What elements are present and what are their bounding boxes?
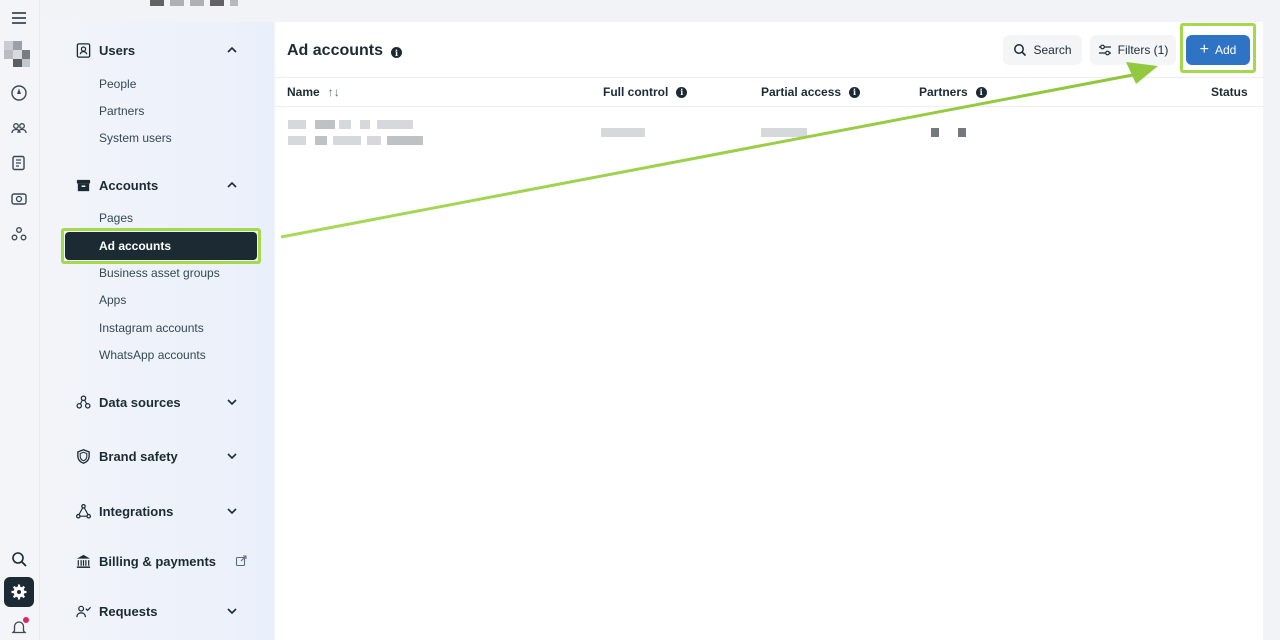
column-header-full-control: Full control i: [603, 85, 688, 99]
redacted-text: [339, 120, 351, 129]
nav-group-label: Brand safety: [99, 448, 178, 464]
gear-icon[interactable]: [4, 577, 34, 607]
network-icon[interactable]: [8, 223, 30, 245]
plus-icon: +: [1199, 41, 1209, 58]
redacted-text: [360, 120, 370, 129]
redacted-text: [288, 136, 306, 145]
column-header-status: Status: [1211, 85, 1248, 99]
column-label: Name: [287, 85, 320, 99]
redacted-text: [387, 136, 423, 145]
column-header-name[interactable]: Name ↑↓: [287, 85, 340, 99]
nav-item-whatsapp-accounts[interactable]: WhatsApp accounts: [99, 346, 206, 364]
chevron-down-icon: [225, 449, 239, 463]
redacted-text: [367, 136, 381, 145]
column-header-partners: Partners i: [919, 85, 987, 99]
nav-item-people[interactable]: People: [99, 75, 136, 93]
account-avatar[interactable]: [4, 41, 30, 67]
nav-item-partners[interactable]: Partners: [99, 102, 144, 120]
nav-group-label: Requests: [99, 603, 158, 619]
accounts-icon: [74, 176, 92, 194]
compass-icon[interactable]: [8, 82, 30, 104]
add-button-label: Add: [1214, 43, 1237, 57]
redacted-text: [761, 128, 807, 137]
redacted-text: [601, 128, 645, 137]
nav-group-data-sources[interactable]: Data sources: [41, 387, 274, 417]
info-icon[interactable]: i: [391, 47, 402, 58]
page-title: Ad accounts: [287, 42, 384, 59]
chevron-down-icon: [225, 604, 239, 618]
chevron-down-icon: [225, 395, 239, 409]
requests-icon: [74, 602, 92, 620]
filters-button[interactable]: Filters (1): [1090, 35, 1176, 65]
nav-item-system-users[interactable]: System users: [99, 129, 172, 147]
nav-item-instagram-accounts[interactable]: Instagram accounts: [99, 319, 204, 337]
search-icon: [1014, 44, 1027, 57]
nav-group-label: Data sources: [99, 394, 181, 410]
icon-rail: [0, 0, 40, 640]
bank-icon: [74, 552, 92, 570]
nav-group-users[interactable]: Users: [41, 35, 274, 65]
redacted-text: [333, 136, 361, 145]
column-label: Full control: [603, 85, 669, 99]
search-button[interactable]: Search: [1003, 35, 1082, 65]
nav-group-label: Users: [99, 42, 136, 58]
add-button[interactable]: + Add: [1186, 35, 1250, 65]
nav-item-pages[interactable]: Pages: [99, 209, 133, 227]
search-icon[interactable]: [8, 548, 30, 570]
nav-group-requests[interactable]: Requests: [41, 596, 274, 626]
redacted-text: [377, 120, 413, 129]
filters-button-label: Filters (1): [1117, 43, 1169, 57]
settings-nav: Users People Partners System users Accou…: [41, 22, 274, 640]
shield-icon: [74, 447, 92, 465]
pages-icon[interactable]: [8, 152, 30, 174]
info-icon[interactable]: i: [676, 86, 688, 98]
chevron-up-icon: [225, 178, 239, 192]
nav-group-billing-payments[interactable]: Billing & payments: [41, 546, 274, 576]
external-link-icon: [234, 554, 248, 568]
people-icon[interactable]: [8, 117, 30, 139]
column-label: Partial access: [761, 85, 842, 99]
table-header: Name ↑↓ Full control i Partial access i …: [275, 77, 1263, 107]
redacted-text: [288, 120, 306, 129]
users-icon: [74, 41, 92, 59]
main-content: Ad accounts i Search Filters (1) + Add N…: [275, 22, 1263, 640]
column-label: Partners: [919, 85, 968, 99]
chevron-down-icon: [225, 504, 239, 518]
business-name-redacted: [150, 0, 238, 6]
redacted-text: [931, 128, 939, 137]
redacted-text: [315, 136, 327, 145]
info-icon[interactable]: i: [975, 86, 987, 98]
redacted-text: [958, 128, 966, 137]
table-row[interactable]: [275, 112, 1263, 152]
nav-group-label: Billing & payments: [99, 553, 217, 569]
nav-group-label: Integrations: [99, 503, 174, 519]
notification-badge: [23, 617, 29, 623]
nav-group-brand-safety[interactable]: Brand safety: [41, 441, 274, 471]
sort-icon[interactable]: ↑↓: [328, 85, 340, 99]
nav-item-apps[interactable]: Apps: [99, 291, 126, 309]
redacted-text: [315, 120, 335, 129]
nav-item-ad-accounts[interactable]: Ad accounts: [65, 232, 257, 260]
integrations-icon: [74, 502, 92, 520]
data-sources-icon: [74, 393, 92, 411]
nav-group-accounts[interactable]: Accounts: [41, 170, 274, 200]
catalog-icon[interactable]: [8, 188, 30, 210]
chevron-up-icon: [225, 43, 239, 57]
info-icon[interactable]: i: [849, 86, 861, 98]
sliders-icon: [1098, 44, 1111, 56]
nav-item-business-asset-groups[interactable]: Business asset groups: [99, 264, 220, 282]
search-button-label: Search: [1033, 43, 1072, 57]
nav-group-label: Accounts: [99, 177, 159, 193]
nav-group-integrations[interactable]: Integrations: [41, 496, 274, 526]
column-header-partial-access: Partial access i: [761, 85, 861, 99]
column-label: Status: [1211, 85, 1248, 99]
menu-icon[interactable]: [8, 7, 30, 29]
